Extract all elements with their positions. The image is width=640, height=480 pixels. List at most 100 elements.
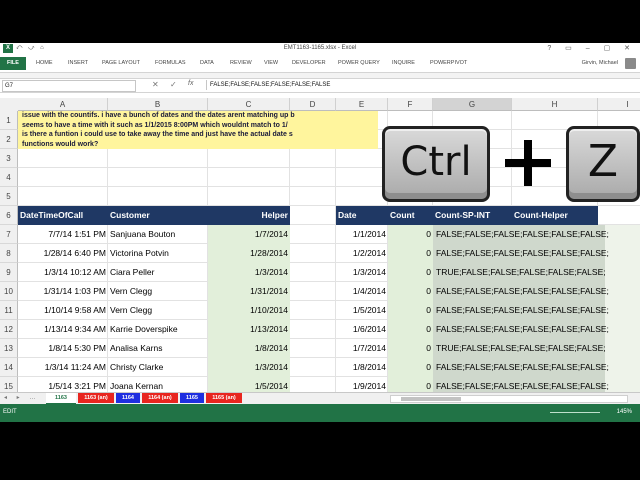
datetime-cell[interactable]: 1/5/14 3:21 PM — [18, 377, 108, 392]
count-sp-int-array[interactable]: FALSE;FALSE;FALSE;FALSE;FALSE;FALSE; — [434, 282, 638, 301]
date-cell[interactable]: 1/1/2014 — [336, 225, 388, 244]
datetime-cell[interactable]: 1/28/14 6:40 PM — [18, 244, 108, 263]
customer-cell[interactable]: Vern Clegg — [108, 282, 208, 301]
row-header-5[interactable]: 5 — [0, 187, 18, 206]
tab-review[interactable]: REVIEW — [230, 60, 252, 66]
row-header-11[interactable]: 11 — [0, 301, 18, 320]
count-sp-int-array[interactable]: FALSE;FALSE;FALSE;FALSE;FALSE;FALSE; — [434, 377, 638, 392]
sheet-tab-1163-an[interactable]: 1163 (an) — [78, 393, 114, 403]
count-sp-int-array[interactable]: TRUE;FALSE;FALSE;FALSE;FALSE;FALSE; — [434, 339, 638, 358]
row-header-9[interactable]: 9 — [0, 263, 18, 282]
date-cell[interactable]: 1/2/2014 — [336, 244, 388, 263]
column-header-i[interactable]: I — [598, 98, 640, 111]
select-all-corner[interactable] — [0, 98, 19, 112]
count-sp-int-array[interactable]: FALSE;FALSE;FALSE;FALSE;FALSE;FALSE; — [434, 301, 638, 320]
date-cell[interactable]: 1/5/2014 — [336, 301, 388, 320]
scroll-thumb[interactable] — [401, 397, 461, 401]
customer-cell[interactable]: Analisa Karns — [108, 339, 208, 358]
count-cell[interactable]: 0 — [388, 320, 433, 339]
table-header-2[interactable]: Helper — [208, 206, 290, 225]
right-table-header-0[interactable]: Date — [336, 206, 388, 225]
datetime-cell[interactable]: 1/8/14 5:30 PM — [18, 339, 108, 358]
count-sp-int-array[interactable]: FALSE;FALSE;FALSE;FALSE;FALSE;FALSE; — [434, 225, 638, 244]
date-cell[interactable]: 1/6/2014 — [336, 320, 388, 339]
avatar[interactable] — [625, 58, 636, 69]
count-cell[interactable]: 0 — [388, 282, 433, 301]
sheet-nav-arrows[interactable]: ◂ ▸ … — [4, 394, 39, 401]
column-header-a[interactable]: A — [18, 98, 108, 111]
date-cell[interactable]: 1/8/2014 — [336, 358, 388, 377]
helper-cell[interactable]: 1/28/2014 — [208, 244, 290, 263]
tab-data[interactable]: DATA — [200, 60, 214, 66]
sheet-tab-1165-an[interactable]: 1165 (an) — [206, 393, 242, 403]
count-cell[interactable]: 0 — [388, 377, 433, 392]
date-cell[interactable]: 1/9/2014 — [336, 377, 388, 392]
horizontal-scrollbar[interactable] — [390, 395, 628, 403]
tab-formulas[interactable]: FORMULAS — [155, 60, 186, 66]
helper-cell[interactable]: 1/5/2014 — [208, 377, 290, 392]
tab-developer[interactable]: DEVELOPER — [292, 60, 326, 66]
user-name[interactable]: Girvin, Michael — [582, 60, 618, 66]
datetime-cell[interactable]: 7/7/14 1:51 PM — [18, 225, 108, 244]
helper-cell[interactable]: 1/31/2014 — [208, 282, 290, 301]
column-header-h[interactable]: H — [512, 98, 598, 111]
datetime-cell[interactable]: 1/31/14 1:03 PM — [18, 282, 108, 301]
row-header-8[interactable]: 8 — [0, 244, 18, 263]
row-header-3[interactable]: 3 — [0, 149, 18, 168]
table-header-1[interactable]: Customer — [108, 206, 208, 225]
count-cell[interactable]: 0 — [388, 339, 433, 358]
row-header-10[interactable]: 10 — [0, 282, 18, 301]
row-header-2[interactable]: 2 — [0, 130, 18, 149]
cancel-icon[interactable]: ✕ — [152, 80, 159, 90]
column-header-c[interactable]: C — [208, 98, 290, 111]
enter-icon[interactable]: ✓ — [170, 80, 177, 90]
tab-inquire[interactable]: INQUIRE — [392, 60, 415, 66]
count-cell[interactable]: 0 — [388, 225, 433, 244]
row-header-14[interactable]: 14 — [0, 358, 18, 377]
customer-cell[interactable]: Joana Kernan — [108, 377, 208, 392]
row-header-7[interactable]: 7 — [0, 225, 18, 244]
tab-power-query[interactable]: POWER QUERY — [338, 60, 380, 66]
column-header-f[interactable]: F — [388, 98, 433, 111]
helper-cell[interactable]: 1/3/2014 — [208, 263, 290, 282]
name-box[interactable]: G7 — [2, 80, 136, 92]
sheet-tab-1164-an[interactable]: 1164 (an) — [142, 393, 178, 403]
count-sp-int-array[interactable]: TRUE;FALSE;FALSE;FALSE;FALSE;FALSE; — [434, 263, 638, 282]
column-header-d[interactable]: D — [290, 98, 336, 111]
table-header-0[interactable]: DateTimeOfCall — [18, 206, 108, 225]
helper-cell[interactable]: 1/3/2014 — [208, 358, 290, 377]
column-header-g[interactable]: G — [433, 98, 512, 111]
helper-cell[interactable]: 1/13/2014 — [208, 320, 290, 339]
row-header-12[interactable]: 12 — [0, 320, 18, 339]
customer-cell[interactable]: Karrie Doverspike — [108, 320, 208, 339]
count-sp-int-array[interactable]: FALSE;FALSE;FALSE;FALSE;FALSE;FALSE; — [434, 244, 638, 263]
right-table-header-2[interactable]: Count-SP-INT — [433, 206, 512, 225]
right-table-header-3[interactable]: Count-Helper — [512, 206, 598, 225]
customer-cell[interactable]: Sanjuana Bouton — [108, 225, 208, 244]
row-header-6[interactable]: 6 — [0, 206, 18, 225]
datetime-cell[interactable]: 1/13/14 9:34 AM — [18, 320, 108, 339]
date-cell[interactable]: 1/3/2014 — [336, 263, 388, 282]
sheet-tab-1165[interactable]: 1165 — [180, 393, 204, 403]
customer-cell[interactable]: Ciara Peller — [108, 263, 208, 282]
row-header-13[interactable]: 13 — [0, 339, 18, 358]
column-header-b[interactable]: B — [108, 98, 208, 111]
tab-view[interactable]: VIEW — [264, 60, 278, 66]
zoom-level[interactable]: 145% — [617, 409, 632, 415]
window-controls[interactable]: ? ▭ – ▢ ✕ — [547, 44, 636, 52]
helper-cell[interactable]: 1/8/2014 — [208, 339, 290, 358]
helper-cell[interactable]: 1/10/2014 — [208, 301, 290, 320]
tab-powerpivot[interactable]: POWERPIVOT — [430, 60, 467, 66]
date-cell[interactable]: 1/7/2014 — [336, 339, 388, 358]
tab-insert[interactable]: INSERT — [68, 60, 88, 66]
row-header-15[interactable]: 15 — [0, 377, 18, 392]
datetime-cell[interactable]: 1/10/14 9:58 AM — [18, 301, 108, 320]
row-header-1[interactable]: 1 — [0, 111, 18, 130]
zoom-slider[interactable] — [550, 412, 600, 413]
datetime-cell[interactable]: 1/3/14 11:24 AM — [18, 358, 108, 377]
sheet-tab-1164[interactable]: 1164 — [116, 393, 140, 403]
customer-cell[interactable]: Victorina Potvin — [108, 244, 208, 263]
count-cell[interactable]: 0 — [388, 301, 433, 320]
right-table-header-1[interactable]: Count — [388, 206, 433, 225]
insert-function-icon[interactable]: fx — [188, 80, 193, 87]
